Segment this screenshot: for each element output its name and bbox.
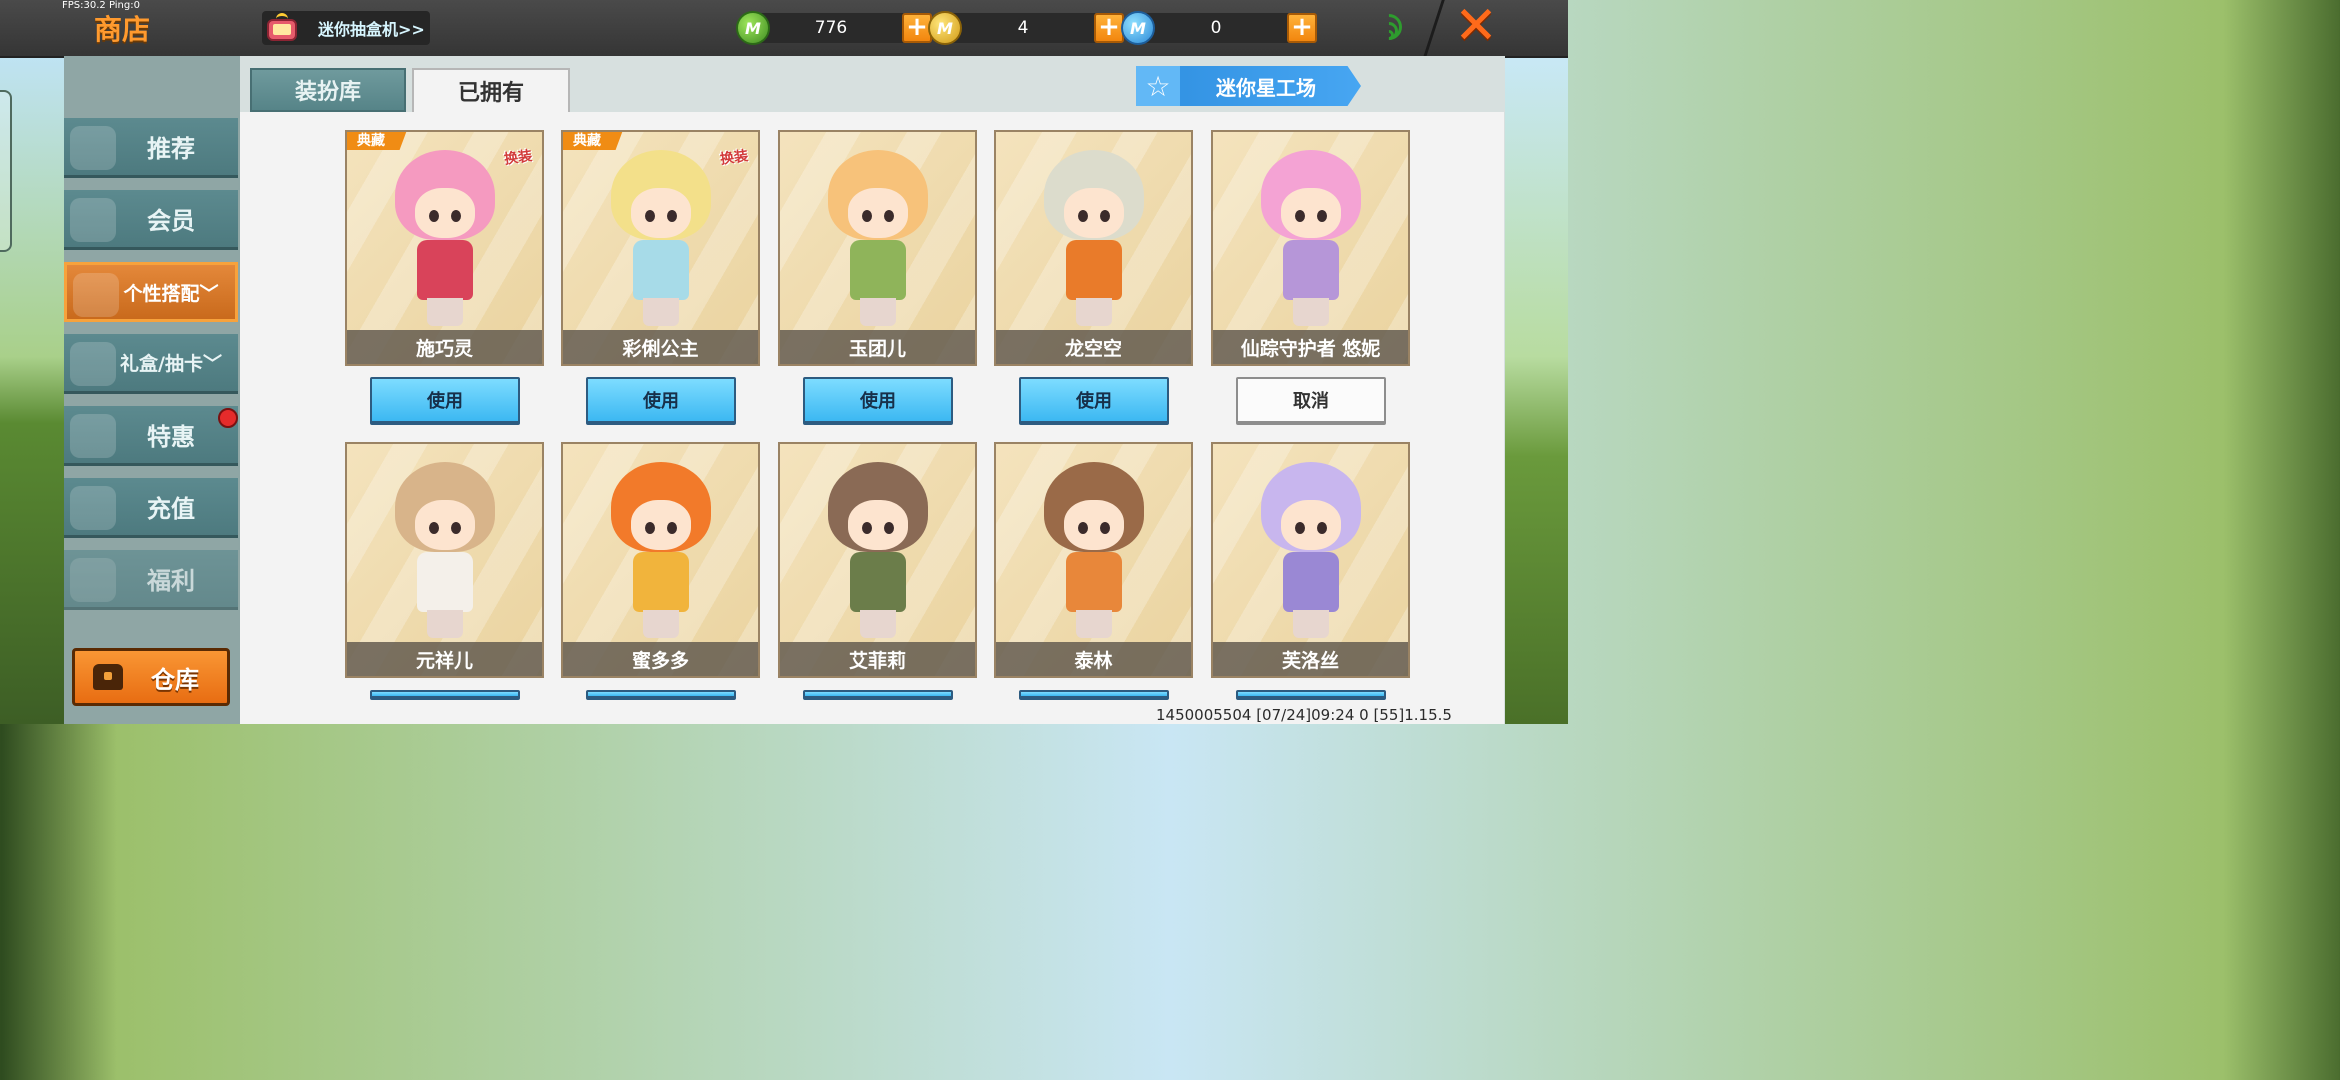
star-icon: ☆ [1136, 66, 1180, 106]
use-button[interactable] [586, 690, 736, 700]
character-illustration [818, 150, 938, 330]
skin-name: 泰林 [996, 642, 1191, 676]
edge-pull-tab[interactable] [0, 90, 12, 252]
tv-gacha-icon [266, 13, 298, 43]
use-button[interactable] [803, 690, 953, 700]
chest-icon [93, 664, 123, 690]
tab-owned[interactable]: 已拥有 [412, 68, 570, 112]
sidebar-item-recharge[interactable]: 充值 [64, 478, 238, 538]
skin-card[interactable]: 典藏换装施巧灵 [345, 130, 544, 366]
use-button[interactable]: 使用 [586, 377, 736, 425]
warehouse-button[interactable]: 仓库 [72, 648, 230, 706]
currency-value: 0 [1141, 13, 1291, 43]
sidebar-item-recommend[interactable]: 推荐 [64, 118, 238, 178]
blue-coin-icon: M [1121, 11, 1155, 45]
character-illustration [601, 462, 721, 642]
currency-value: 776 [756, 13, 906, 43]
character-illustration [1034, 150, 1154, 330]
currency-mini-coin: M 4 + [928, 10, 1124, 46]
collection-tag: 典藏 [563, 132, 623, 150]
chevron-down-icon: ﹀ [202, 353, 222, 375]
skin-name: 施巧灵 [347, 330, 542, 364]
swap-outfit-icon: 换装 [503, 148, 534, 168]
green-coin-icon: M [736, 11, 770, 45]
character-illustration [385, 150, 505, 330]
network-signal-icon [1370, 8, 1410, 46]
skin-card[interactable]: 玉团儿 [778, 130, 977, 366]
skin-card[interactable]: 艾菲莉 [778, 442, 977, 678]
tab-costume-library[interactable]: 装扮库 [250, 68, 406, 112]
sidebar-item-deals[interactable]: 特惠 [64, 406, 238, 466]
use-button[interactable]: 使用 [1019, 377, 1169, 425]
skin-name: 彩俐公主 [563, 330, 758, 364]
use-button[interactable] [1236, 690, 1386, 700]
sidebar-item-label: 会员 [147, 207, 195, 235]
skin-name: 艾菲莉 [780, 642, 975, 676]
workshop-label: 迷你星工场 [1216, 75, 1316, 100]
use-button[interactable] [1019, 690, 1169, 700]
sidebar-item-welfare[interactable]: 福利 [64, 550, 238, 610]
chevron-down-icon: ﹀ [199, 282, 219, 305]
sidebar-item-label: 推荐 [147, 135, 195, 163]
use-button[interactable]: 使用 [370, 377, 520, 425]
skin-card[interactable]: 蜜多多 [561, 442, 760, 678]
gold-coin-icon: M [928, 11, 962, 45]
cancel-button[interactable]: 取消 [1236, 377, 1386, 425]
gacha-machine-label: 迷你抽盒机>> [318, 20, 425, 39]
header-divider [1422, 0, 1445, 60]
currency-value: 4 [948, 13, 1098, 43]
character-illustration [818, 462, 938, 642]
currency-mini-bean: M 776 + [736, 10, 932, 46]
add-currency-button[interactable]: + [1287, 13, 1317, 43]
skin-card[interactable]: 典藏换装彩俐公主 [561, 130, 760, 366]
character-illustration [601, 150, 721, 330]
character-illustration [385, 462, 505, 642]
skin-card[interactable]: 仙踪守护者 悠妮 [1211, 130, 1410, 366]
page-title: 商店 [94, 13, 151, 46]
warehouse-label: 仓库 [151, 665, 199, 694]
skin-name: 蜜多多 [563, 642, 758, 676]
currency-mini-point: M 0 + [1121, 10, 1317, 46]
skin-name: 芙洛丝 [1213, 642, 1408, 676]
character-illustration [1251, 462, 1371, 642]
skin-name: 仙踪守护者 悠妮 [1213, 330, 1408, 364]
sidebar-item-label: 充值 [147, 495, 195, 523]
use-button[interactable] [370, 690, 520, 700]
skin-card[interactable]: 元祥儿 [345, 442, 544, 678]
sidebar-item-vip[interactable]: 会员 [64, 190, 238, 250]
notification-badge [218, 408, 238, 428]
sidebar-item-label: 礼盒/抽卡 ﹀ [104, 334, 238, 391]
skin-name: 元祥儿 [347, 642, 542, 676]
sidebar-item-label: 个性搭配 ﹀ [107, 265, 235, 319]
build-info: 1450005504 [07/24]09:24 0 [55]1.15.5 [1156, 706, 1452, 724]
skin-name: 玉团儿 [780, 330, 975, 364]
sidebar-item-outfits[interactable]: 个性搭配 ﹀ [64, 262, 238, 322]
close-icon[interactable]: ✕ [1452, 0, 1500, 52]
sidebar-item-label: 福利 [147, 567, 195, 595]
swap-outfit-icon: 换装 [719, 148, 750, 168]
character-illustration [1251, 150, 1371, 330]
gacha-machine-button[interactable]: 迷你抽盒机>> [262, 11, 430, 45]
top-bar: FPS:30.2 Ping:0 商店 迷你抽盒机>> M 776 + M 4 +… [0, 0, 1568, 60]
add-currency-button[interactable]: + [1094, 13, 1124, 43]
game-background-right [1504, 56, 1568, 724]
character-illustration [1034, 462, 1154, 642]
skin-card[interactable]: 龙空空 [994, 130, 1193, 366]
sidebar-item-giftbox[interactable]: 礼盒/抽卡 ﹀ [64, 334, 238, 394]
use-button[interactable]: 使用 [803, 377, 953, 425]
skin-name: 龙空空 [996, 330, 1191, 364]
skin-card[interactable]: 芙洛丝 [1211, 442, 1410, 678]
mini-workshop-button[interactable]: ☆ 迷你星工场 [1136, 66, 1361, 106]
collection-tag: 典藏 [347, 132, 407, 150]
skin-card[interactable]: 泰林 [994, 442, 1193, 678]
